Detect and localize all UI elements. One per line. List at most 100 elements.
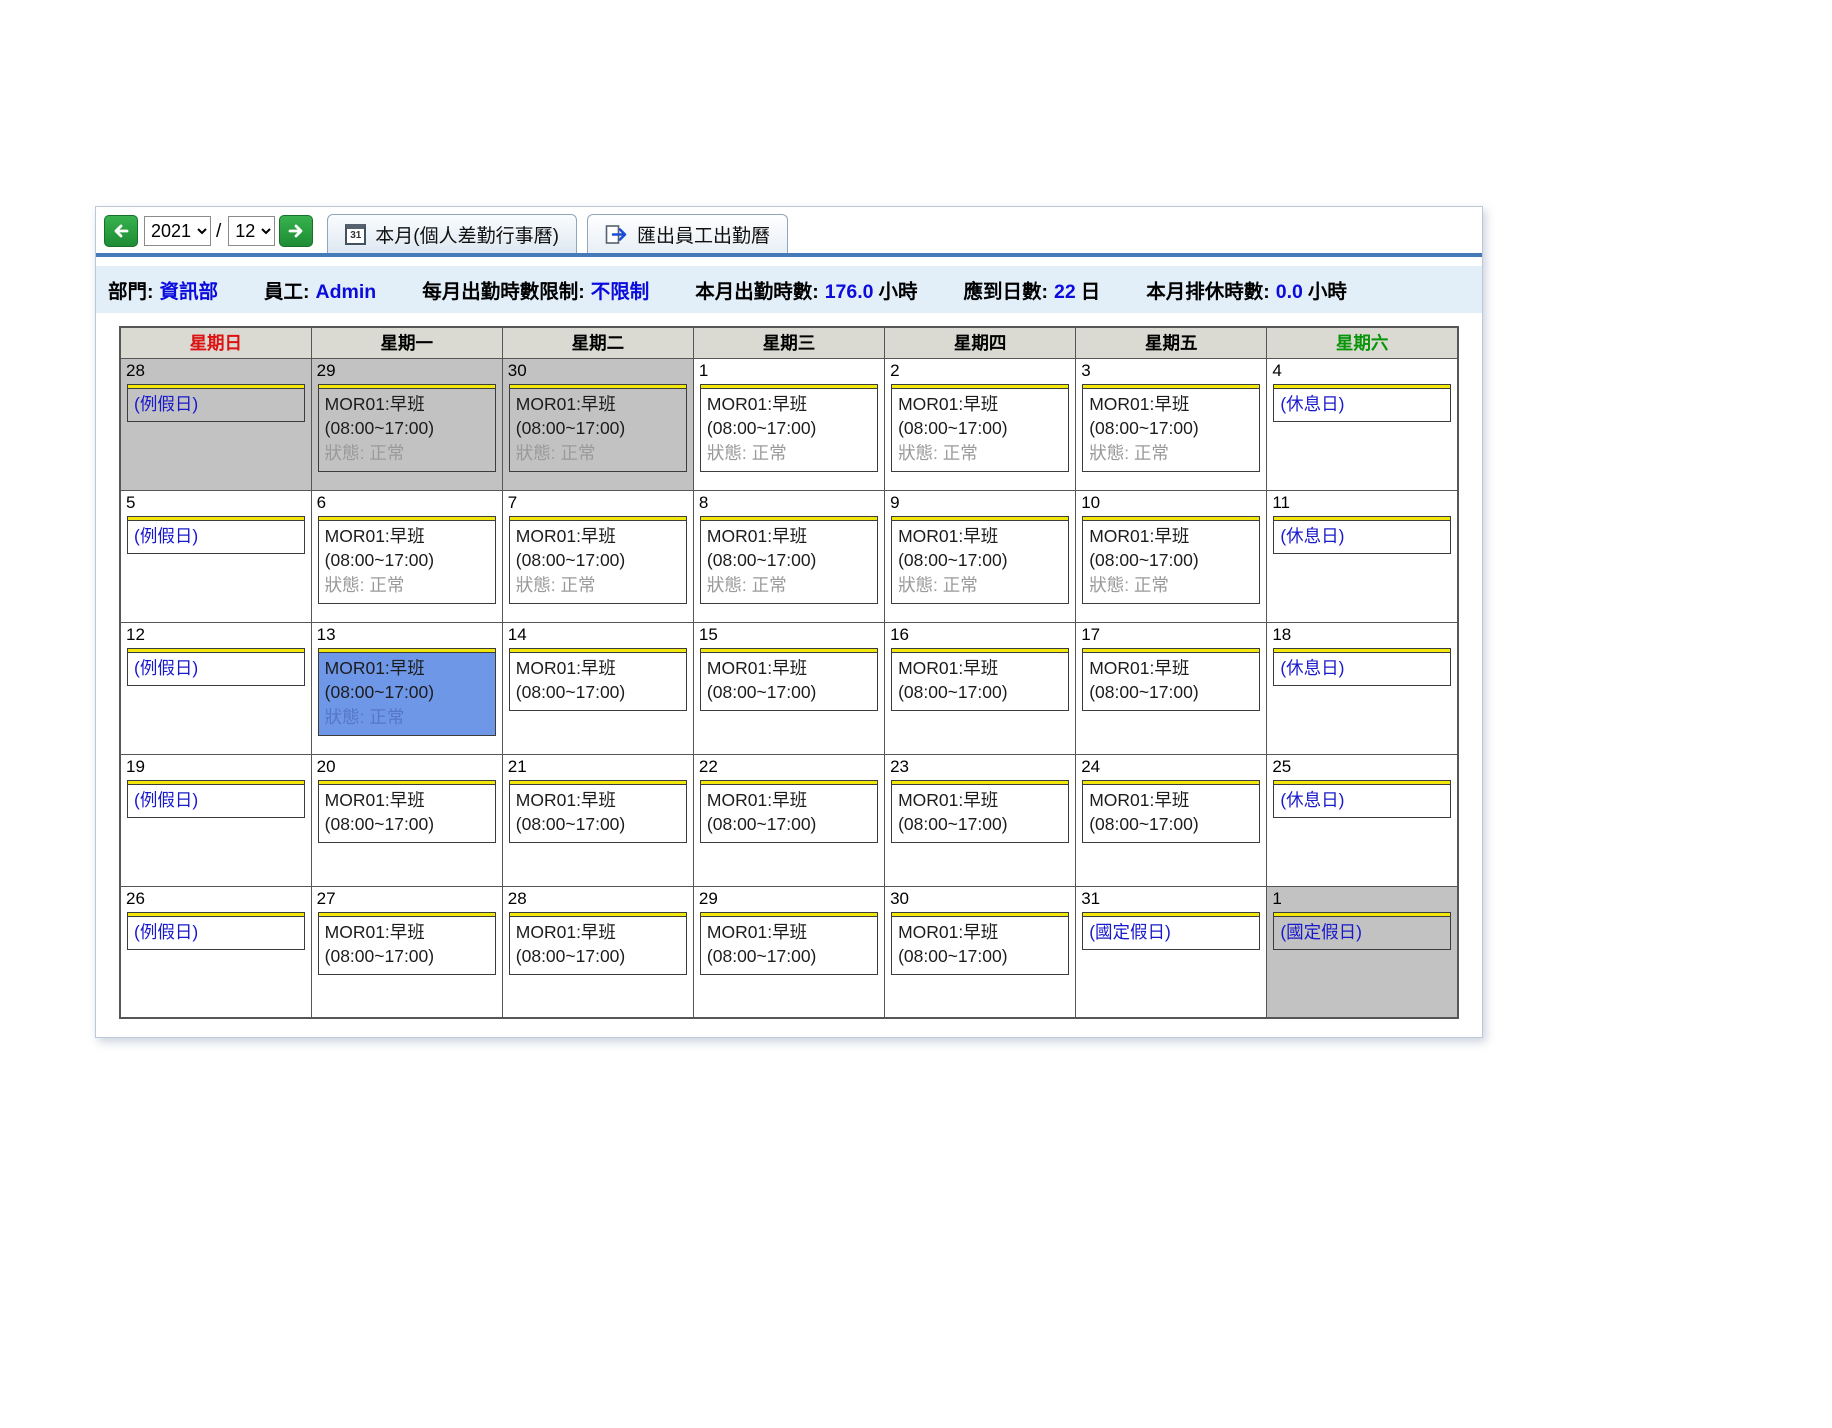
- tab-export-attendance[interactable]: 匯出員工出勤曆: [587, 214, 788, 253]
- day-cell[interactable]: 12(例假日): [120, 622, 311, 754]
- day-cell[interactable]: 9MOR01:早班(08:00~17:00)狀態: 正常: [885, 490, 1076, 622]
- day-cell[interactable]: 3MOR01:早班(08:00~17:00)狀態: 正常: [1076, 358, 1267, 490]
- tab-export-label: 匯出員工出勤曆: [637, 221, 770, 248]
- day-cell[interactable]: 15MOR01:早班(08:00~17:00): [693, 622, 884, 754]
- day-cell[interactable]: 30MOR01:早班(08:00~17:00): [885, 886, 1076, 1018]
- prev-month-button[interactable]: [104, 215, 138, 247]
- day-cell[interactable]: 27MOR01:早班(08:00~17:00): [311, 886, 502, 1018]
- shift-event[interactable]: MOR01:早班(08:00~17:00): [700, 780, 878, 844]
- day-number: 30: [885, 887, 1075, 912]
- day-cell[interactable]: 14MOR01:早班(08:00~17:00): [502, 622, 693, 754]
- day-cell[interactable]: 1MOR01:早班(08:00~17:00)狀態: 正常: [693, 358, 884, 490]
- holiday-event[interactable]: (國定假日): [1273, 912, 1451, 951]
- day-cell[interactable]: 26(例假日): [120, 886, 311, 1018]
- day-number: 19: [121, 755, 311, 780]
- holiday-label: (休息日): [1280, 392, 1444, 417]
- shift-title: MOR01:早班: [1089, 656, 1253, 681]
- holiday-event[interactable]: (例假日): [127, 516, 305, 555]
- week-row: 5(例假日)6MOR01:早班(08:00~17:00)狀態: 正常7MOR01…: [120, 490, 1458, 622]
- day-cell[interactable]: 23MOR01:早班(08:00~17:00): [885, 754, 1076, 886]
- day-cell[interactable]: 17MOR01:早班(08:00~17:00): [1076, 622, 1267, 754]
- day-cell[interactable]: 28MOR01:早班(08:00~17:00): [502, 886, 693, 1018]
- day-cell[interactable]: 2MOR01:早班(08:00~17:00)狀態: 正常: [885, 358, 1076, 490]
- day-cell[interactable]: 8MOR01:早班(08:00~17:00)狀態: 正常: [693, 490, 884, 622]
- next-month-button[interactable]: [279, 215, 313, 247]
- holiday-label: (例假日): [134, 524, 298, 549]
- shift-status: 狀態: 正常: [898, 573, 1062, 598]
- day-cell[interactable]: 31(國定假日): [1076, 886, 1267, 1018]
- shift-time: (08:00~17:00): [325, 548, 489, 573]
- day-cell[interactable]: 20MOR01:早班(08:00~17:00): [311, 754, 502, 886]
- month-select[interactable]: 12: [228, 216, 275, 246]
- tab-current-month[interactable]: 31 本月(個人差勤行事曆): [327, 214, 577, 253]
- day-cell[interactable]: 16MOR01:早班(08:00~17:00): [885, 622, 1076, 754]
- day-cell[interactable]: 6MOR01:早班(08:00~17:00)狀態: 正常: [311, 490, 502, 622]
- shift-event[interactable]: MOR01:早班(08:00~17:00)狀態: 正常: [318, 648, 496, 737]
- shift-event[interactable]: MOR01:早班(08:00~17:00): [700, 912, 878, 976]
- day-cell[interactable]: 24MOR01:早班(08:00~17:00): [1076, 754, 1267, 886]
- shift-event[interactable]: MOR01:早班(08:00~17:00)狀態: 正常: [891, 384, 1069, 473]
- shift-event[interactable]: MOR01:早班(08:00~17:00)狀態: 正常: [891, 516, 1069, 605]
- shift-event[interactable]: MOR01:早班(08:00~17:00)狀態: 正常: [318, 384, 496, 473]
- shift-time: (08:00~17:00): [707, 416, 871, 441]
- shift-event[interactable]: MOR01:早班(08:00~17:00): [891, 780, 1069, 844]
- day-cell[interactable]: 22MOR01:早班(08:00~17:00): [693, 754, 884, 886]
- holiday-event[interactable]: (例假日): [127, 648, 305, 687]
- shift-event[interactable]: MOR01:早班(08:00~17:00): [700, 648, 878, 712]
- holiday-event[interactable]: (國定假日): [1082, 912, 1260, 951]
- day-cell[interactable]: 18(休息日): [1267, 622, 1458, 754]
- shift-event[interactable]: MOR01:早班(08:00~17:00)狀態: 正常: [509, 384, 687, 473]
- shift-event[interactable]: MOR01:早班(08:00~17:00): [891, 648, 1069, 712]
- event-body: MOR01:早班(08:00~17:00): [892, 785, 1068, 843]
- shift-title: MOR01:早班: [516, 392, 680, 417]
- day-number: 18: [1267, 623, 1457, 648]
- day-cell[interactable]: 11(休息日): [1267, 490, 1458, 622]
- shift-event[interactable]: MOR01:早班(08:00~17:00)狀態: 正常: [509, 516, 687, 605]
- event-body: MOR01:早班(08:00~17:00): [510, 785, 686, 843]
- event-body: MOR01:早班(08:00~17:00): [1083, 785, 1259, 843]
- holiday-event[interactable]: (休息日): [1273, 780, 1451, 819]
- day-cell[interactable]: 10MOR01:早班(08:00~17:00)狀態: 正常: [1076, 490, 1267, 622]
- holiday-event[interactable]: (例假日): [127, 384, 305, 423]
- shift-title: MOR01:早班: [707, 392, 871, 417]
- shift-event[interactable]: MOR01:早班(08:00~17:00): [891, 912, 1069, 976]
- event-body: MOR01:早班(08:00~17:00): [701, 917, 877, 975]
- left-arrow-icon: [112, 223, 130, 239]
- shift-title: MOR01:早班: [898, 524, 1062, 549]
- day-cell[interactable]: 13MOR01:早班(08:00~17:00)狀態: 正常: [311, 622, 502, 754]
- shift-event[interactable]: MOR01:早班(08:00~17:00)狀態: 正常: [318, 516, 496, 605]
- day-cell[interactable]: 1(國定假日): [1267, 886, 1458, 1018]
- shift-event[interactable]: MOR01:早班(08:00~17:00)狀態: 正常: [1082, 516, 1260, 605]
- day-cell[interactable]: 25(休息日): [1267, 754, 1458, 886]
- shift-event[interactable]: MOR01:早班(08:00~17:00): [318, 780, 496, 844]
- shift-event[interactable]: MOR01:早班(08:00~17:00)狀態: 正常: [700, 384, 878, 473]
- event-body: (例假日): [128, 521, 304, 554]
- holiday-label: (例假日): [134, 392, 298, 417]
- holiday-event[interactable]: (休息日): [1273, 384, 1451, 423]
- day-cell[interactable]: 21MOR01:早班(08:00~17:00): [502, 754, 693, 886]
- day-number: 31: [1076, 887, 1266, 912]
- holiday-event[interactable]: (例假日): [127, 780, 305, 819]
- day-cell[interactable]: 19(例假日): [120, 754, 311, 886]
- day-cell[interactable]: 4(休息日): [1267, 358, 1458, 490]
- shift-event[interactable]: MOR01:早班(08:00~17:00): [509, 780, 687, 844]
- shift-event[interactable]: MOR01:早班(08:00~17:00)狀態: 正常: [700, 516, 878, 605]
- day-cell[interactable]: 5(例假日): [120, 490, 311, 622]
- day-cell[interactable]: 7MOR01:早班(08:00~17:00)狀態: 正常: [502, 490, 693, 622]
- day-number: 2: [885, 359, 1075, 384]
- shift-event[interactable]: MOR01:早班(08:00~17:00)狀態: 正常: [1082, 384, 1260, 473]
- day-cell[interactable]: 30MOR01:早班(08:00~17:00)狀態: 正常: [502, 358, 693, 490]
- weekday-header: 星期六: [1267, 327, 1458, 358]
- day-cell[interactable]: 29MOR01:早班(08:00~17:00): [693, 886, 884, 1018]
- holiday-event[interactable]: (休息日): [1273, 648, 1451, 687]
- shift-event[interactable]: MOR01:早班(08:00~17:00): [318, 912, 496, 976]
- shift-event[interactable]: MOR01:早班(08:00~17:00): [1082, 648, 1260, 712]
- day-cell[interactable]: 29MOR01:早班(08:00~17:00)狀態: 正常: [311, 358, 502, 490]
- year-select[interactable]: 2021: [144, 216, 211, 246]
- shift-event[interactable]: MOR01:早班(08:00~17:00): [1082, 780, 1260, 844]
- shift-event[interactable]: MOR01:早班(08:00~17:00): [509, 648, 687, 712]
- holiday-event[interactable]: (例假日): [127, 912, 305, 951]
- day-cell[interactable]: 28(例假日): [120, 358, 311, 490]
- holiday-event[interactable]: (休息日): [1273, 516, 1451, 555]
- shift-event[interactable]: MOR01:早班(08:00~17:00): [509, 912, 687, 976]
